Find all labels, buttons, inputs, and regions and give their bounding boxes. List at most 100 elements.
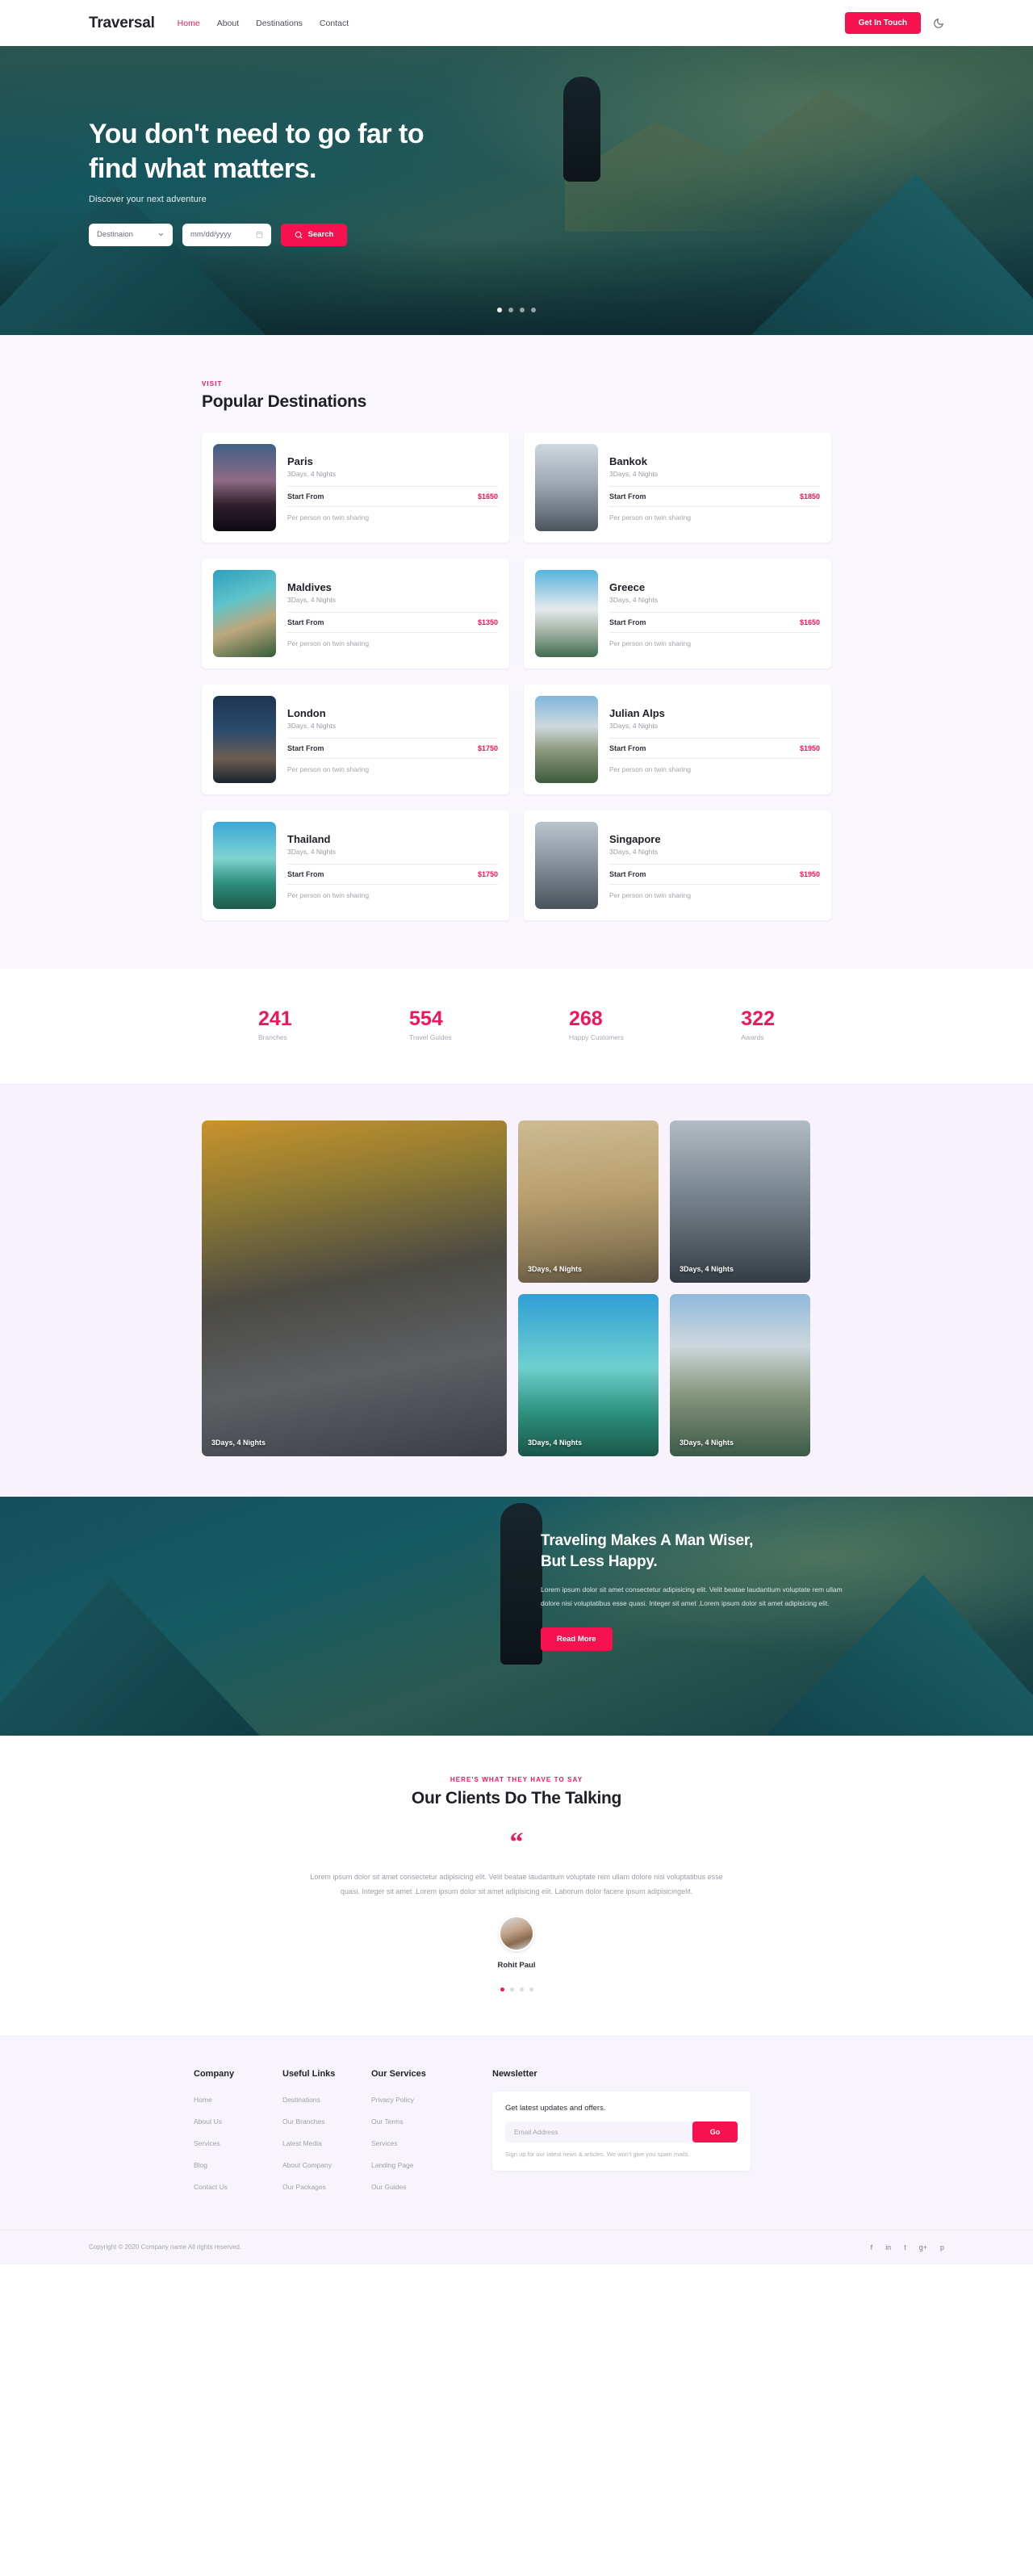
start-from-label: Start From — [287, 492, 324, 501]
search-icon — [295, 231, 302, 238]
stat-value: 268 — [568, 1007, 603, 1030]
hero-subtitle: Discover your next adventure — [89, 194, 207, 204]
search-button[interactable]: Search — [281, 223, 347, 246]
footer-link[interactable]: Contact Us — [194, 2183, 228, 2191]
stat-value: 322 — [741, 1007, 775, 1030]
site-footer: Company Home About Us Services Blog Cont… — [0, 2034, 1033, 2264]
newsletter-submit-button[interactable]: Go — [692, 2121, 738, 2142]
footer-link[interactable]: About Us — [194, 2117, 222, 2126]
testimonial-dot-1[interactable] — [500, 1987, 504, 1992]
destination-card[interactable]: Singapore 3Days, 4 Nights Start From $1950 P… — [524, 810, 831, 920]
destination-image — [535, 696, 598, 783]
gallery-item-3[interactable]: 3Days, 4 Nights — [518, 1294, 659, 1456]
footer-column-company: Company Home About Us Services Blog Cont… — [194, 2069, 282, 2201]
start-from-label: Start From — [609, 492, 646, 501]
footer-link[interactable]: Latest Media — [282, 2139, 322, 2147]
destination-card[interactable]: Paris 3Days, 4 Nights Start From $1650 Per p… — [202, 433, 509, 542]
destination-duration: 3Days, 4 Nights — [609, 722, 658, 730]
start-from-label: Start From — [287, 618, 324, 626]
gallery-caption: 3Days, 4 Nights — [680, 1439, 734, 1447]
pinterest-icon[interactable]: p — [940, 2243, 944, 2251]
cta-banner: Traveling Makes A Man Wiser, But Less Ha… — [0, 1497, 1033, 1736]
email-input[interactable] — [505, 2121, 696, 2142]
footer-link[interactable]: Home — [194, 2096, 212, 2104]
nav-item-destinations[interactable]: Destinations — [256, 19, 303, 28]
footer-link[interactable]: Services — [371, 2139, 398, 2147]
footer-link[interactable]: Blog — [194, 2161, 207, 2169]
nav-item-about[interactable]: About — [217, 19, 239, 28]
footer-link[interactable]: Our Packages — [282, 2183, 326, 2191]
gallery-caption: 3Days, 4 Nights — [528, 1265, 583, 1273]
testimonial-section: HERE'S WHAT THEY HAVE TO SAY Our Clients… — [0, 1736, 1033, 2035]
destination-price-row: Start From $1750 — [287, 738, 498, 759]
newsletter-heading: Get latest updates and offers. — [505, 2103, 606, 2113]
gallery-item-2[interactable]: 3Days, 4 Nights — [670, 1120, 810, 1283]
testimonial-author: Rohit Paul — [497, 1960, 536, 1970]
destination-duration: 3Days, 4 Nights — [287, 470, 336, 478]
gallery-item-4[interactable]: 3Days, 4 Nights — [670, 1294, 810, 1456]
cta-title: Traveling Makes A Man Wiser, But Less Ha… — [541, 1531, 944, 1572]
destination-card[interactable]: Julian Alps 3Days, 4 Nights Start From $195… — [524, 685, 831, 794]
footer-link[interactable]: Our Terms — [371, 2117, 404, 2126]
destination-card[interactable]: London 3Days, 4 Nights Start From $1750 Per … — [202, 685, 509, 794]
hero-slider-dot-3[interactable] — [520, 308, 525, 312]
stat-label: Happy Customers — [568, 1033, 624, 1041]
gallery-item-large[interactable]: 3Days, 4 Nights — [202, 1120, 507, 1456]
newsletter-form: Go — [505, 2121, 738, 2142]
destination-image — [213, 696, 276, 783]
destination-name: Greece — [609, 581, 646, 593]
moon-icon[interactable] — [933, 18, 944, 29]
linkedin-icon[interactable]: in — [885, 2243, 891, 2251]
gallery-grid: 3Days, 4 Nights 3Days, 4 Nights 3Days, 4… — [202, 1120, 831, 1456]
destination-card[interactable]: Bankok 3Days, 4 Nights Start From $1850 Per … — [524, 433, 831, 542]
destination-card[interactable]: Greece 3Days, 4 Nights Start From $1650 Per … — [524, 559, 831, 668]
start-from-label: Start From — [287, 870, 324, 878]
testimonial-dot-2[interactable] — [509, 1987, 514, 1992]
site-header: Traversal Home About Destinations Contac… — [0, 0, 1033, 46]
destination-select[interactable]: Destinaion — [89, 223, 173, 246]
start-from-label: Start From — [609, 618, 646, 626]
testimonial-eyebrow: HERE'S WHAT THEY HAVE TO SAY — [450, 1776, 583, 1783]
destination-image — [213, 822, 276, 909]
destination-price-row: Start From $1650 — [287, 486, 498, 507]
destination-name: Bankok — [609, 455, 647, 467]
footer-link[interactable]: Privacy Policy — [371, 2096, 414, 2104]
facebook-icon[interactable]: f — [871, 2243, 873, 2251]
hero-slider-dot-4[interactable] — [531, 308, 536, 312]
footer-link[interactable]: Our Branches — [282, 2117, 324, 2126]
footer-column-newsletter: Newsletter Get latest updates and offers… — [492, 2069, 751, 2201]
date-input[interactable]: mm/dd/yyyy — [182, 223, 271, 246]
destination-image — [213, 444, 276, 531]
read-more-button[interactable]: Read More — [541, 1627, 613, 1652]
destination-price-row: Start From $1650 — [609, 612, 820, 633]
hero-search-bar: Destinaion mm/dd/yyyy Search — [89, 223, 944, 246]
hero-slider-dot-2[interactable] — [508, 308, 513, 312]
footer-link[interactable]: Our Guides — [371, 2183, 406, 2191]
hero-slider-dot-1[interactable] — [497, 308, 502, 312]
site-logo[interactable]: Traversal — [89, 15, 155, 32]
footer-link[interactable]: Services — [194, 2139, 220, 2147]
footer-link[interactable]: Destinations — [282, 2096, 320, 2104]
nav-item-home[interactable]: Home — [178, 19, 200, 28]
testimonial-dot-3[interactable] — [519, 1987, 524, 1992]
twitter-icon[interactable]: t — [904, 2243, 906, 2251]
testimonial-dot-4[interactable] — [529, 1987, 533, 1992]
destination-name: London — [287, 707, 326, 719]
footer-link[interactable]: Landing Page — [371, 2161, 413, 2169]
calendar-icon — [256, 231, 263, 238]
hero-title: You don't need to go far to find what ma… — [89, 117, 452, 186]
destination-card[interactable]: Maldives 3Days, 4 Nights Start From $1350 Pe… — [202, 559, 509, 668]
stat-value: 241 — [258, 1007, 292, 1030]
nav-item-contact[interactable]: Contact — [320, 19, 349, 28]
get-in-touch-button[interactable]: Get In Touch — [844, 12, 921, 34]
copyright-text: Copyright © 2020 Company name All rights… — [89, 2243, 242, 2251]
destination-image — [535, 822, 598, 909]
stat-item: 241 Branches — [258, 1007, 292, 1041]
footer-link-list: Home About Us Services Blog Contact Us — [194, 2092, 282, 2193]
footer-link[interactable]: About Company — [282, 2161, 332, 2169]
google-plus-icon[interactable]: g+ — [919, 2243, 927, 2251]
destination-card[interactable]: Thailand 3Days, 4 Nights Start From $1750 Pe… — [202, 810, 509, 920]
gallery-item-1[interactable]: 3Days, 4 Nights — [518, 1120, 659, 1283]
stat-item: 554 Travel Guides — [409, 1007, 452, 1041]
testimonial-slider-dots — [0, 1987, 1033, 1992]
